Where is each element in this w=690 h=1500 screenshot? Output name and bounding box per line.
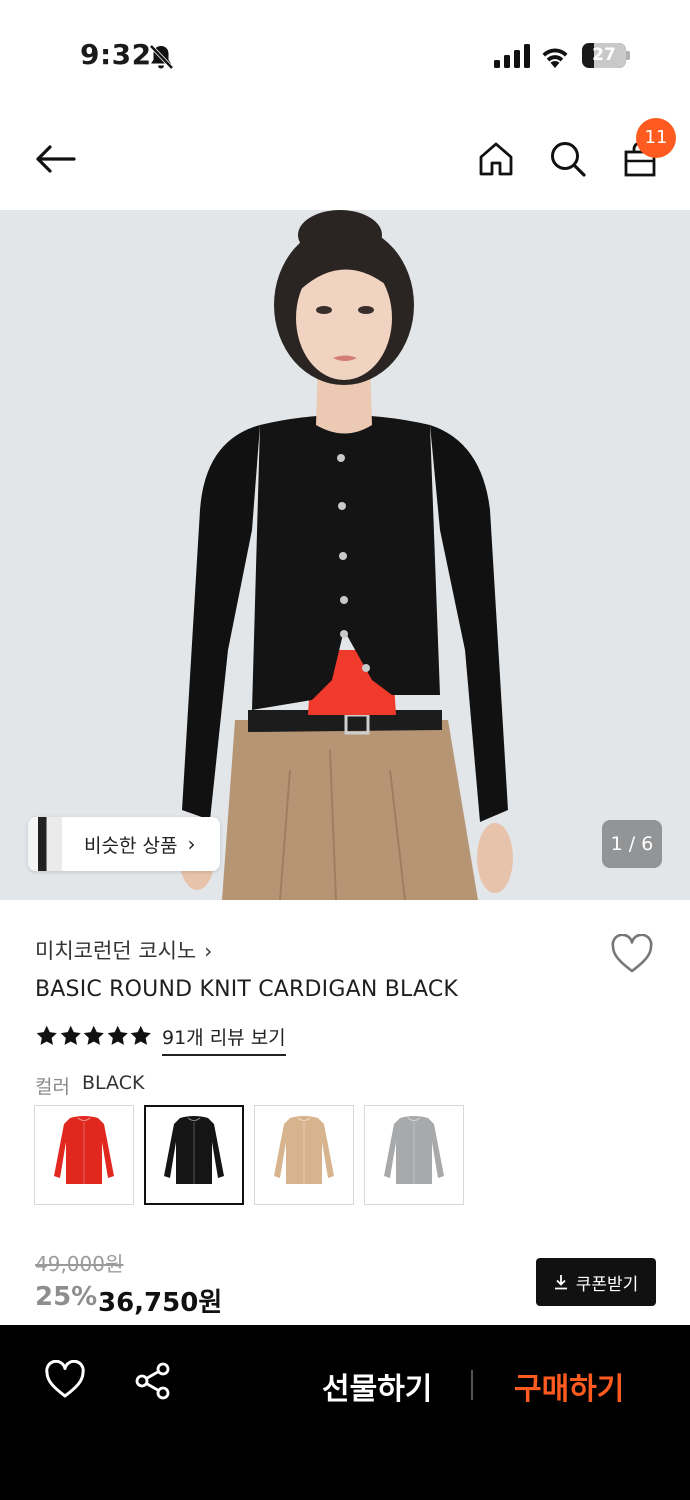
status-bar: 9:32 27	[0, 0, 690, 110]
swatch-red[interactable]	[34, 1105, 134, 1205]
star-icon	[60, 1025, 81, 1045]
battery-percent: 27	[592, 45, 616, 65]
heart-icon[interactable]	[44, 1360, 86, 1400]
home-icon	[479, 142, 513, 176]
search-button[interactable]	[545, 136, 591, 182]
back-button[interactable]	[32, 136, 78, 182]
share-icon[interactable]	[134, 1362, 172, 1400]
coupon-label: 쿠폰받기	[575, 1274, 639, 1295]
home-button[interactable]	[473, 136, 519, 182]
swatch-gray[interactable]	[364, 1105, 464, 1205]
search-icon	[551, 142, 586, 177]
star-icon	[130, 1025, 151, 1045]
cellular-signal-icon	[494, 44, 530, 68]
download-icon	[554, 1275, 567, 1290]
chevron-right-icon: ›	[204, 939, 213, 963]
bottom-action-bar	[0, 1325, 690, 1500]
star-icon	[36, 1025, 57, 1045]
chevron-right-icon: ›	[187, 832, 196, 856]
color-option-label: 컬러	[35, 1076, 70, 1098]
star-icon	[83, 1025, 104, 1045]
original-price: 49,000원	[35, 1252, 124, 1276]
color-option-value: BLACK	[82, 1072, 145, 1094]
battery-icon: 27	[582, 43, 630, 68]
image-page-indicator: 1 / 6	[602, 820, 662, 868]
product-image[interactable]	[0, 210, 690, 900]
cart-count-badge: 11	[636, 118, 676, 158]
status-time: 9:32	[80, 38, 152, 71]
swatch-black[interactable]	[144, 1105, 244, 1205]
similar-thumbnail	[28, 817, 62, 871]
top-nav	[0, 110, 690, 210]
brand-link[interactable]: 미치코런던 코시노 ›	[35, 935, 212, 965]
product-photo	[179, 210, 513, 900]
swatch-beige[interactable]	[254, 1105, 354, 1205]
brand-name: 미치코런던 코시노	[35, 939, 197, 963]
product-title: BASIC ROUND KNIT CARDIGAN BLACK	[35, 977, 459, 1002]
reviews-link[interactable]: 91개 리뷰 보기	[162, 1023, 286, 1056]
divider	[471, 1370, 473, 1400]
sale-price: 36,750원	[98, 1288, 223, 1318]
discount-rate: 25%	[35, 1282, 98, 1312]
arrow-left-icon	[36, 145, 76, 173]
get-coupon-button[interactable]: 쿠폰받기	[536, 1258, 656, 1306]
wifi-icon	[542, 48, 568, 68]
bell-off-icon	[149, 44, 174, 70]
heart-icon[interactable]	[610, 934, 654, 974]
buy-button[interactable]: 구매하기	[514, 1364, 624, 1408]
similar-products-label: 비슷한 상품	[84, 834, 178, 857]
gift-button[interactable]: 선물하기	[322, 1364, 432, 1408]
similar-products-button[interactable]: 비슷한 상품 ›	[28, 817, 220, 871]
rating-stars	[35, 1024, 153, 1048]
star-icon	[107, 1025, 128, 1045]
